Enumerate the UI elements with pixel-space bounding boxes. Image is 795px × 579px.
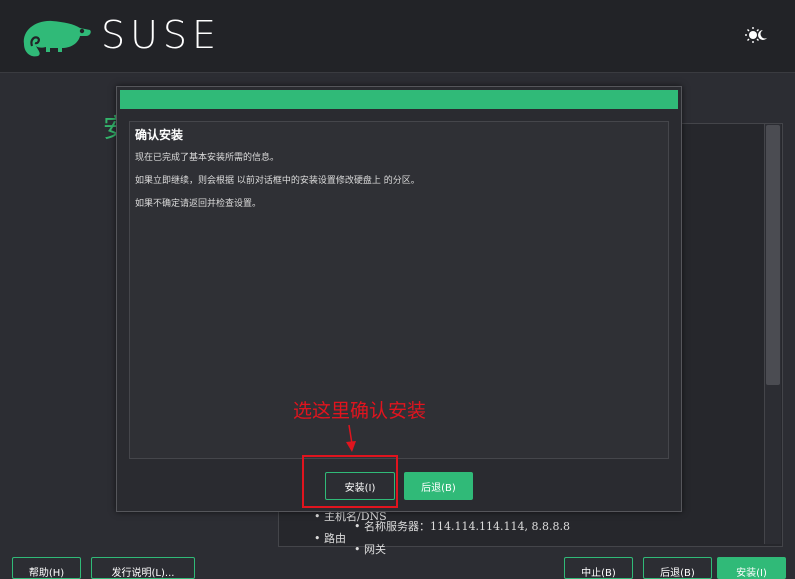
summary-scrollbar-thumb[interactable] bbox=[766, 125, 780, 385]
annotation-text: 选这里确认安装 bbox=[293, 400, 427, 422]
install-button[interactable]: 安装(I) bbox=[717, 557, 786, 579]
dialog-back-button[interactable]: 后退(B) bbox=[404, 472, 473, 500]
list-item: • 路由 bbox=[314, 532, 346, 545]
dialog-message-line: 如果立即继续，则会根据 以前对话框中的安装设置修改硬盘上 的分区。 bbox=[135, 176, 420, 186]
top-header: SUSE bbox=[0, 0, 795, 73]
release-notes-button[interactable]: 发行说明(L)... bbox=[91, 557, 195, 579]
brand-wordmark: SUSE bbox=[101, 13, 222, 57]
dialog-message-line: 如果不确定请返回并检查设置。 bbox=[135, 199, 262, 209]
dialog-message-line: 现在已完成了基本安装所需的信息。 bbox=[135, 153, 280, 163]
back-button[interactable]: 后退(B) bbox=[643, 557, 712, 579]
dialog-titlebar bbox=[120, 90, 678, 109]
annotation-arrow-icon bbox=[346, 424, 356, 452]
routing-label: 路由 bbox=[324, 532, 346, 545]
nameserver-label: 名称服务器：114.114.114.114, 8.8.8.8 bbox=[364, 520, 570, 533]
list-item: • 网关 bbox=[354, 543, 386, 556]
list-item: • 名称服务器：114.114.114.114, 8.8.8.8 bbox=[354, 520, 570, 533]
help-button[interactable]: 帮助(H) bbox=[12, 557, 81, 579]
annotation-highlight-box bbox=[302, 455, 398, 508]
confirm-install-dialog: 确认安装 现在已完成了基本安装所需的信息。 如果立即继续，则会根据 以前对话框中… bbox=[116, 86, 682, 512]
suse-chameleon-logo-icon bbox=[23, 20, 91, 57]
gateway-label: 网关 bbox=[364, 543, 386, 556]
abort-button[interactable]: 中止(B) bbox=[564, 557, 633, 579]
dialog-title: 确认安装 bbox=[135, 128, 184, 142]
theme-toggle-button[interactable] bbox=[744, 25, 770, 45]
sun-icon bbox=[745, 27, 770, 43]
